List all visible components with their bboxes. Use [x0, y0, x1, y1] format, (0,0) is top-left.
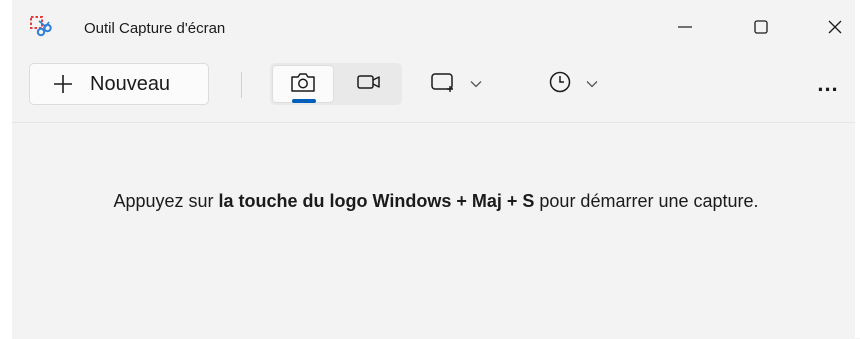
video-mode-button[interactable] [340, 65, 398, 103]
chevron-down-icon [470, 75, 482, 93]
camera-icon [290, 71, 316, 98]
instruction-prefix: Appuyez sur [113, 191, 219, 211]
instruction-shortcut: la touche du logo Windows + Maj + S [218, 191, 535, 211]
capture-area: Appuyez sur la touche du logo Windows + … [12, 122, 860, 339]
new-capture-label: Nouveau [90, 72, 171, 95]
snipping-tool-window: Outil Capture d'écran Nouveau ... Appuye… [12, 0, 860, 339]
rectangle-snip-icon [430, 71, 456, 98]
instruction-suffix: pour démarrer une capture. [534, 191, 759, 211]
more-options-button[interactable]: ... [808, 63, 848, 105]
title-bar: Outil Capture d'écran [12, 0, 860, 58]
minimize-button[interactable] [662, 10, 708, 44]
capture-mode-toggle [270, 63, 402, 105]
window-title: Outil Capture d'écran [84, 20, 226, 37]
close-button[interactable] [812, 10, 858, 44]
more-icon: ... [817, 71, 839, 96]
photo-mode-button[interactable] [272, 65, 334, 103]
minimize-icon [677, 19, 693, 35]
chevron-down-icon [586, 75, 598, 93]
maximize-icon [753, 19, 769, 35]
toolbar: Nouveau ... [12, 58, 860, 120]
instruction-message: Appuyez sur la touche du logo Windows + … [12, 187, 860, 215]
snipping-tool-app-icon [30, 16, 52, 38]
clock-icon [548, 70, 572, 99]
close-icon [827, 19, 843, 35]
snip-shape-dropdown[interactable] [430, 63, 510, 105]
delay-dropdown[interactable] [548, 63, 628, 105]
toolbar-divider [241, 72, 242, 98]
video-camera-icon [356, 72, 382, 97]
new-capture-button[interactable]: Nouveau [29, 63, 209, 105]
maximize-button[interactable] [738, 10, 784, 44]
plus-icon [52, 73, 74, 95]
screen-edge [855, 0, 860, 338]
selected-mode-indicator [292, 99, 316, 103]
